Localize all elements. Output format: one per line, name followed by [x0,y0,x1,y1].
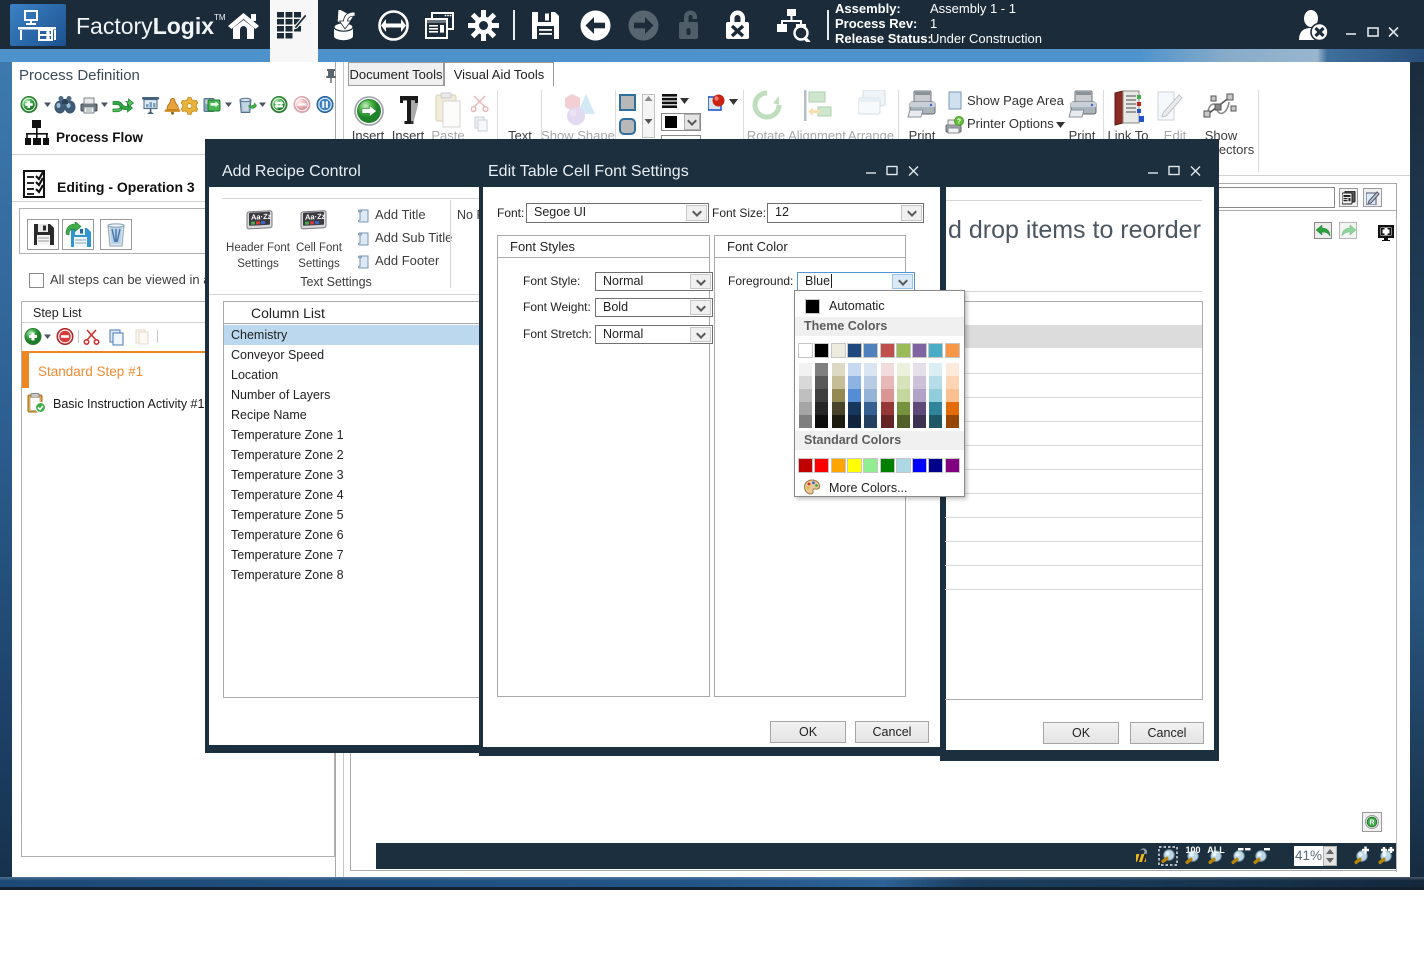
svg-text:?: ? [957,119,961,126]
svg-text:ALL: ALL [1207,846,1225,855]
svg-text:100: 100 [1185,846,1200,855]
svg-text:Aa·Zz: Aa·Zz [305,212,326,222]
svg-text:R: R [1369,820,1374,827]
svg-text:Aa·Zz: Aa·Zz [251,212,272,222]
